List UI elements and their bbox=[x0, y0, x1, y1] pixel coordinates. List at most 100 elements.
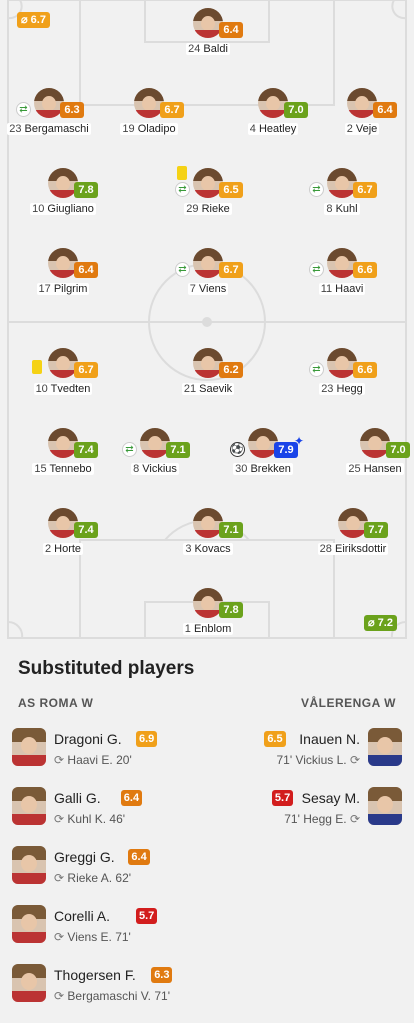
player-tvedten[interactable]: 6.7 10 Tvedten bbox=[18, 348, 108, 418]
player-name: 28 Eiriksdottir bbox=[317, 543, 389, 555]
player-rating: 6.7 bbox=[74, 362, 98, 378]
player-baldi[interactable]: 6.4 24 Baldi bbox=[163, 8, 253, 78]
player-rating: 7.4 bbox=[74, 522, 98, 538]
player-rieke[interactable]: 6.5 ⇄ 29 Rieke bbox=[163, 166, 253, 238]
substitution-icon: ⇄ bbox=[175, 182, 190, 197]
player-name: 2 Horte bbox=[42, 543, 84, 555]
player-kuhl[interactable]: 6.7 ⇄ 8 Kuhl bbox=[297, 168, 387, 238]
home-team-label: AS ROMA W bbox=[18, 696, 94, 710]
sub-name: Sesay M. bbox=[301, 790, 360, 806]
sub-name: Galli G. bbox=[54, 790, 101, 806]
player-tennebo[interactable]: 7.4 15 Tennebo bbox=[18, 428, 108, 498]
sub-avatar bbox=[368, 787, 402, 825]
player-rating: 6.7 bbox=[219, 262, 243, 278]
sub-detail: ⟳ Viens E. 71' bbox=[54, 930, 131, 944]
player-vickius[interactable]: 7.1 ⇄ 8 Vickius bbox=[110, 428, 200, 498]
player-enblom[interactable]: 7.8 1 Enblom bbox=[163, 588, 253, 658]
player-rating: 7.8 bbox=[219, 602, 243, 618]
player-name: 17 Pilgrim bbox=[36, 283, 90, 295]
player-giugliano[interactable]: 7.8 10 Giugliano bbox=[18, 168, 108, 238]
player-rating: 6.4 bbox=[373, 102, 397, 118]
player-name: 7 Viens bbox=[187, 283, 229, 295]
player-bergamaschi[interactable]: 6.3 ⇄ 23 Bergamaschi bbox=[4, 88, 94, 158]
player-name: 10 Tvedten bbox=[33, 383, 93, 395]
sub-detail: ⟳ Bergamaschi V. 71' bbox=[54, 989, 170, 1003]
sub-avatar bbox=[368, 728, 402, 766]
player-heatley[interactable]: 7.0 4 Heatley bbox=[228, 88, 318, 158]
sub-detail: ⟳ Haavi E. 20' bbox=[54, 753, 132, 767]
sub-avatar bbox=[12, 964, 46, 1002]
player-brekken[interactable]: 7.9 ⚽ ✦ 30 Brekken bbox=[218, 428, 308, 498]
substitution-icon: ⇄ bbox=[175, 262, 190, 277]
player-name: 30 Brekken bbox=[233, 463, 293, 475]
player-name: 24 Baldi bbox=[186, 43, 230, 55]
player-name: 15 Tennebo bbox=[32, 463, 94, 475]
pitch: ⌀ 6.7 ⌀ 7.2 6.4 24 Baldi 6.3 ⇄ 23 Bergamasch… bbox=[0, 0, 414, 645]
home-sub-row[interactable]: Corelli A. ⟳ Viens E. 71' 5.7 bbox=[12, 905, 212, 955]
player-name: 1 Enblom bbox=[182, 623, 234, 635]
away-sub-row[interactable]: Inauen N. 71' Vickius L. ⟳ 6.5 bbox=[202, 728, 402, 778]
player-rating: 6.3 bbox=[60, 102, 84, 118]
home-sub-row[interactable]: Greggi G. ⟳ Rieke A. 62' 6.4 bbox=[12, 846, 212, 896]
player-name: 23 Hegg bbox=[319, 383, 365, 395]
star-icon: ✦ bbox=[294, 434, 305, 448]
sub-avatar bbox=[12, 787, 46, 825]
player-hansen[interactable]: 7.0 25 Hansen bbox=[330, 428, 414, 498]
player-rating: 7.4 bbox=[74, 442, 98, 458]
swap-icon: ⟳ bbox=[349, 812, 360, 826]
player-horte[interactable]: 7.4 2 Horte bbox=[18, 508, 108, 578]
player-eiriksdottir[interactable]: 7.7 28 Eiriksdottir bbox=[308, 508, 398, 578]
player-oladipo[interactable]: 6.7 19 Oladipo bbox=[104, 88, 194, 158]
sub-detail: ⟳ Kuhl K. 46' bbox=[54, 812, 126, 826]
sub-name: Greggi G. bbox=[54, 849, 115, 865]
home-average-rating: ⌀ 6.7 bbox=[17, 12, 50, 28]
sub-rating: 6.9 bbox=[136, 731, 158, 747]
sub-rating: 6.3 bbox=[151, 967, 173, 983]
player-rating: 6.6 bbox=[353, 362, 377, 378]
player-pilgrim[interactable]: 6.4 17 Pilgrim bbox=[18, 248, 108, 318]
player-kovacs[interactable]: 7.1 3 Kovacs bbox=[163, 508, 253, 578]
player-name: 10 Giugliano bbox=[30, 203, 96, 215]
player-name: 2 Veje bbox=[344, 123, 380, 135]
player-rating: 6.7 bbox=[353, 182, 377, 198]
swap-icon: ⟳ bbox=[54, 989, 65, 1003]
player-name: 3 Kovacs bbox=[183, 543, 233, 555]
player-veje[interactable]: 6.4 2 Veje bbox=[317, 88, 407, 158]
substitution-icon: ⇄ bbox=[309, 262, 324, 277]
home-sub-row[interactable]: Galli G. ⟳ Kuhl K. 46' 6.4 bbox=[12, 787, 212, 837]
sub-detail: 71' Vickius L. ⟳ bbox=[276, 753, 360, 767]
player-saevik[interactable]: 6.2 21 Saevik bbox=[163, 348, 253, 418]
sub-rating: 6.4 bbox=[128, 849, 150, 865]
substitution-icon: ⇄ bbox=[122, 442, 137, 457]
player-rating: 7.1 bbox=[166, 442, 190, 458]
player-hegg[interactable]: 6.6 ⇄ 23 Hegg bbox=[297, 348, 387, 418]
player-viens[interactable]: 6.7 ⇄ 7 Viens bbox=[163, 248, 253, 318]
swap-icon: ⟳ bbox=[349, 753, 360, 767]
player-rating: 6.4 bbox=[219, 22, 243, 38]
player-name: 23 Bergamaschi bbox=[7, 123, 91, 135]
sub-rating: 6.5 bbox=[264, 731, 286, 747]
player-name: 8 Kuhl bbox=[324, 203, 360, 215]
sub-name: Corelli A. bbox=[54, 908, 111, 924]
player-name: 29 Rieke bbox=[184, 203, 232, 215]
swap-icon: ⟳ bbox=[54, 753, 65, 767]
player-name: 8 Vickius bbox=[131, 463, 179, 475]
player-rating: 7.8 bbox=[74, 182, 98, 198]
player-name: 25 Hansen bbox=[346, 463, 404, 475]
substitution-icon: ⇄ bbox=[309, 182, 324, 197]
player-haavi[interactable]: 6.6 ⇄ 11 Haavi bbox=[297, 248, 387, 318]
sub-avatar bbox=[12, 728, 46, 766]
sub-rating: 5.7 bbox=[271, 790, 294, 806]
player-rating: 6.2 bbox=[219, 362, 243, 378]
football-icon: ⚽ bbox=[230, 442, 245, 457]
player-rating: 6.6 bbox=[353, 262, 377, 278]
home-sub-row[interactable]: Dragoni G. ⟳ Haavi E. 20' 6.9 bbox=[12, 728, 212, 778]
swap-icon: ⟳ bbox=[54, 871, 65, 885]
player-name: 11 Haavi bbox=[318, 283, 366, 295]
sub-name: Inauen N. bbox=[299, 731, 360, 747]
home-sub-row[interactable]: Thogersen F. ⟳ Bergamaschi V. 71' 6.3 bbox=[12, 964, 212, 1014]
player-rating: 6.5 bbox=[219, 182, 243, 198]
away-sub-row[interactable]: Sesay M. 71' Hegg E. ⟳ 5.7 bbox=[202, 787, 402, 837]
player-name: 4 Heatley bbox=[247, 123, 299, 135]
sub-avatar bbox=[12, 905, 46, 943]
